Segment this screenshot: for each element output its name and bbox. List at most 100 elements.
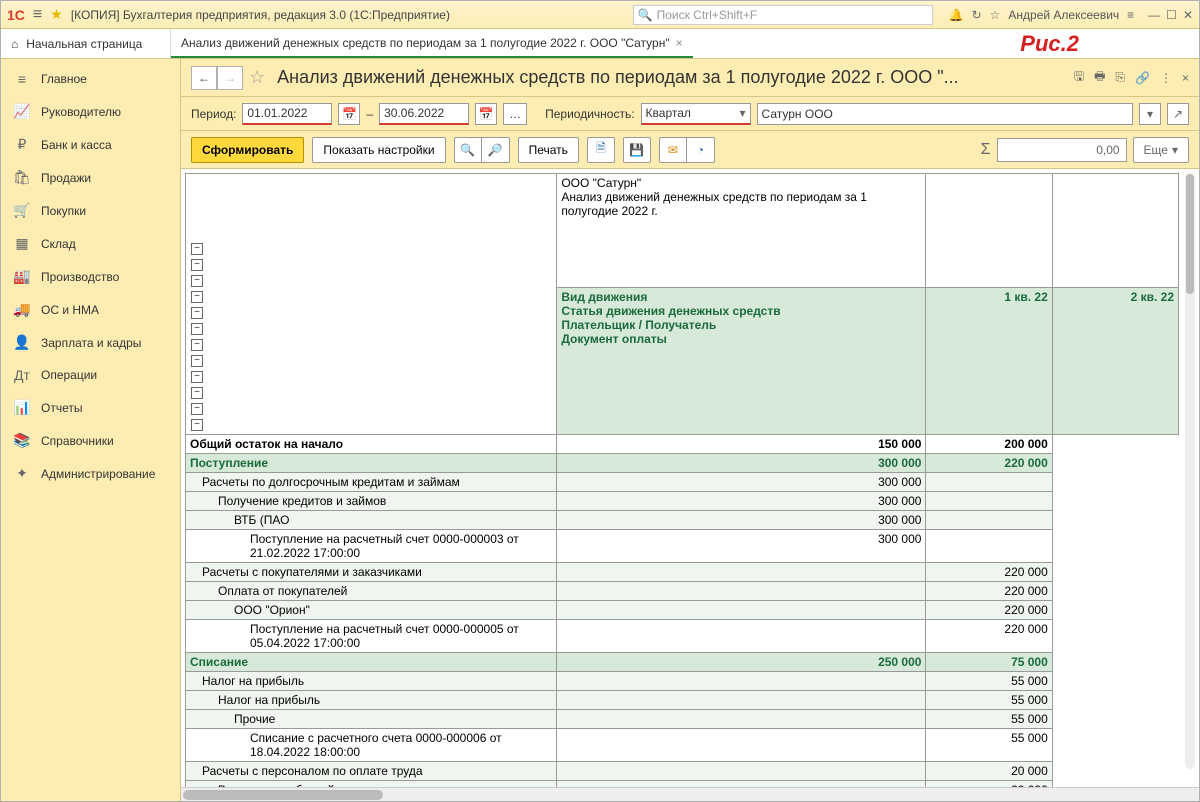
- row-q1: 300 000: [557, 530, 926, 563]
- history-icon[interactable]: ↻: [972, 8, 982, 22]
- table-row[interactable]: Расчеты с покупателями и заказчиками220 …: [186, 563, 1179, 582]
- settings-lines-icon[interactable]: ≡: [1127, 8, 1134, 22]
- periodicity-select[interactable]: Квартал ▾: [641, 103, 751, 125]
- print-header-icon[interactable]: 🖶: [1094, 67, 1105, 88]
- table-row[interactable]: Поступление на расчетный счет 0000-00000…: [186, 530, 1179, 563]
- export-icon[interactable]: ⎘: [1115, 70, 1125, 85]
- nav-icon: 👤: [13, 334, 31, 351]
- nav-item-7[interactable]: 🚚 ОС и НМА: [1, 293, 180, 326]
- table-row[interactable]: Поступление на расчетный счет 0000-00000…: [186, 620, 1179, 653]
- table-row[interactable]: Налог на прибыль55 000: [186, 691, 1179, 710]
- nav-item-8[interactable]: 👤Зарплата и кадры: [1, 326, 180, 359]
- nav-item-3[interactable]: 🛍Продажи: [1, 161, 180, 194]
- tree-gutter[interactable]: −−−−−−−−−−−−: [186, 174, 557, 435]
- nav-label: Отчеты: [41, 401, 82, 415]
- scroll-thumb[interactable]: [183, 790, 383, 800]
- table-row[interactable]: ООО "Орион"220 000: [186, 601, 1179, 620]
- row-q1: [557, 762, 926, 781]
- find-next-button[interactable]: 🔎: [482, 137, 510, 163]
- scroll-thumb[interactable]: [1186, 174, 1194, 294]
- table-row[interactable]: Получение кредитов и займов300 000: [186, 492, 1179, 511]
- close-page-icon[interactable]: ×: [1182, 71, 1189, 85]
- back-button[interactable]: ←: [191, 66, 217, 90]
- table-row[interactable]: Расчеты с персоналом по оплате труда20 0…: [186, 762, 1179, 781]
- bell-icon[interactable]: 🔔: [949, 8, 964, 22]
- report-area[interactable]: −−−−−−−−−−−− ООО "Сатурн" Анализ движени…: [181, 169, 1199, 787]
- nav-item-9[interactable]: ДтОперации: [1, 359, 180, 391]
- show-settings-button[interactable]: Показать настройки: [312, 137, 445, 163]
- more-button[interactable]: Еще▾: [1133, 137, 1189, 163]
- table-row[interactable]: Общий остаток на начало150 000200 000: [186, 435, 1179, 454]
- table-row[interactable]: Расчеты по долгосрочным кредитам и займа…: [186, 473, 1179, 492]
- form-button[interactable]: Сформировать: [191, 137, 304, 163]
- table-row[interactable]: Налог на прибыль55 000: [186, 672, 1179, 691]
- row-q2: [926, 511, 1052, 530]
- favorites-icon[interactable]: ★: [50, 6, 63, 23]
- current-user[interactable]: Андрей Алексеевич: [1008, 8, 1119, 22]
- nav-label: ОС и НМА: [41, 303, 99, 317]
- close-button[interactable]: ✕: [1183, 8, 1193, 22]
- period-picker-button[interactable]: …: [503, 103, 527, 125]
- nav-item-0[interactable]: ≡Главное: [1, 63, 180, 95]
- row-name: Общий остаток на начало: [186, 435, 557, 454]
- table-row[interactable]: Прочие55 000: [186, 710, 1179, 729]
- nav-item-4[interactable]: 🛒Покупки: [1, 194, 180, 227]
- table-row[interactable]: Списание250 00075 000: [186, 653, 1179, 672]
- header-q2: 2 кв. 22: [1052, 287, 1178, 434]
- preview-button[interactable]: 🗎: [587, 137, 615, 163]
- organization-open-button[interactable]: ↗: [1167, 103, 1189, 125]
- row-q2: 220 000: [926, 454, 1052, 473]
- periodicity-label: Периодичность:: [545, 107, 634, 121]
- row-name: Получение кредитов и займов: [186, 492, 557, 511]
- nav-item-2[interactable]: ₽Банк и касса: [1, 128, 180, 161]
- mail-button[interactable]: ✉: [659, 137, 687, 163]
- nav-item-10[interactable]: 📊Отчеты: [1, 391, 180, 424]
- row-name: Поступление: [186, 454, 557, 473]
- forward-button[interactable]: →: [217, 66, 243, 90]
- nav-item-5[interactable]: ▦Склад: [1, 227, 180, 260]
- organization-input[interactable]: Сатурн ООО: [757, 103, 1133, 125]
- table-row[interactable]: Поступление300 000220 000: [186, 454, 1179, 473]
- nav-item-12[interactable]: ✦Администрирование: [1, 457, 180, 490]
- nav-item-11[interactable]: 📚Справочники: [1, 424, 180, 457]
- row-q1: 300 000: [557, 473, 926, 492]
- main-menu-icon[interactable]: ≡: [33, 6, 42, 24]
- nav-item-1[interactable]: 📈Руководителю: [1, 95, 180, 128]
- report-header-bar: ← → ☆ Анализ движений денежных средств п…: [181, 59, 1199, 97]
- organization-dropdown-button[interactable]: ▾: [1139, 103, 1161, 125]
- nav-label: Справочники: [41, 434, 114, 448]
- date-to-input[interactable]: 30.06.2022: [379, 103, 469, 125]
- date-from-calendar-button[interactable]: 📅: [338, 103, 360, 125]
- star-outline-icon[interactable]: ☆: [249, 67, 265, 88]
- save-icon[interactable]: 🖫: [1074, 67, 1084, 88]
- horizontal-scrollbar[interactable]: [181, 787, 1199, 801]
- tab-home[interactable]: ⌂ Начальная страница: [1, 29, 171, 58]
- tab-report[interactable]: Анализ движений денежных средств по пери…: [171, 29, 693, 58]
- print-button[interactable]: Печать: [518, 137, 579, 163]
- global-search-input[interactable]: 🔍 Поиск Ctrl+Shift+F: [633, 5, 933, 25]
- empty-header-1: [926, 174, 1052, 288]
- period-label: Период:: [191, 107, 236, 121]
- nav-icon: 🚚: [13, 301, 31, 318]
- report-table: −−−−−−−−−−−− ООО "Сатурн" Анализ движени…: [185, 173, 1179, 787]
- date-from-input[interactable]: 01.01.2022: [242, 103, 332, 125]
- link-icon[interactable]: 🔗: [1135, 71, 1150, 85]
- mail-settings-button[interactable]: ◔: [687, 137, 715, 163]
- sum-value[interactable]: 0,00: [997, 138, 1127, 162]
- minimize-button[interactable]: —: [1148, 8, 1160, 22]
- table-row[interactable]: Списание с расчетного счета 0000-000006 …: [186, 729, 1179, 762]
- vertical-scrollbar[interactable]: [1185, 173, 1195, 769]
- maximize-button[interactable]: ☐: [1166, 8, 1177, 22]
- table-row[interactable]: Оплата от покупателей220 000: [186, 582, 1179, 601]
- find-button[interactable]: 🔍: [454, 137, 482, 163]
- nav-item-6[interactable]: 🏭Производство: [1, 260, 180, 293]
- row-name: Расчеты с персоналом по оплате труда: [186, 762, 557, 781]
- table-row[interactable]: ВТБ (ПАО300 000: [186, 511, 1179, 530]
- save-report-button[interactable]: 💾: [623, 137, 651, 163]
- date-to-calendar-button[interactable]: 📅: [475, 103, 497, 125]
- row-q2: [926, 530, 1052, 563]
- tab-close-icon[interactable]: ×: [676, 36, 683, 50]
- star-icon[interactable]: ☆: [990, 8, 1001, 22]
- table-row[interactable]: Выплата заработной платы20 000: [186, 781, 1179, 788]
- kebab-icon[interactable]: ⋮: [1160, 71, 1172, 85]
